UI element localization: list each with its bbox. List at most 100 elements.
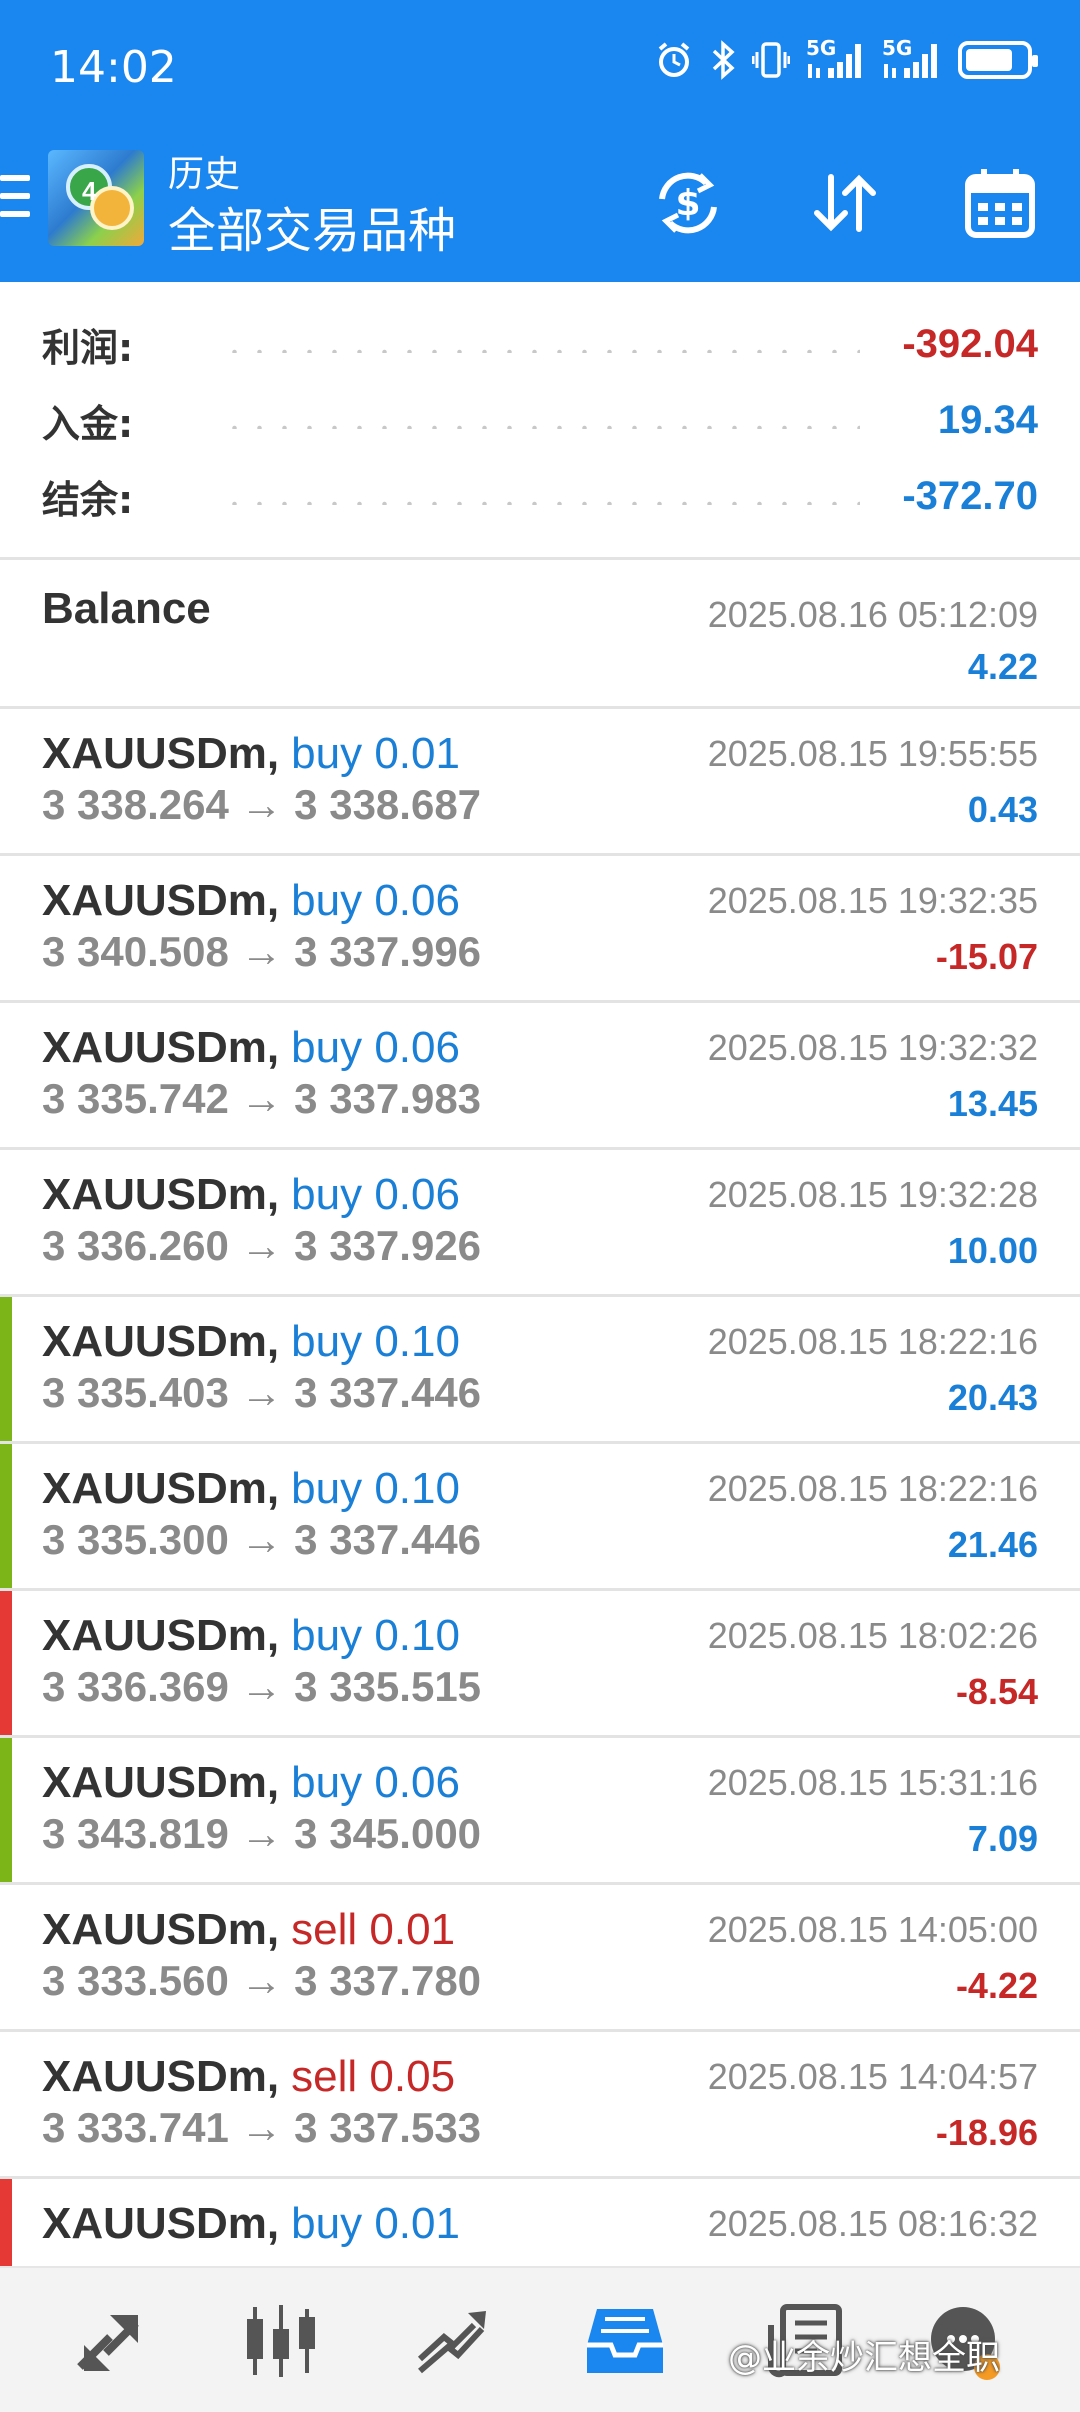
deal-side: buy 0.01 (291, 2199, 460, 2248)
quotes-icon[interactable] (65, 2296, 155, 2386)
summary-label: 入金: (42, 401, 134, 446)
deal-symbol: XAUUSDm, sell 0.05 (42, 2052, 455, 2102)
symbol-name: XAUUSDm, (42, 2199, 280, 2248)
deal-row[interactable]: XAUUSDm, buy 0.10 3 336.369 → 3 335.515 202… (0, 1591, 1080, 1738)
deal-symbol: XAUUSDm, buy 0.10 (42, 1317, 460, 1367)
status-icons: 5G 5G (654, 36, 1038, 80)
deal-symbol: XAUUSDm, buy 0.06 (42, 1758, 460, 1808)
symbol-name: XAUUSDm, (42, 729, 280, 778)
bottom-nav: @业余炒汇想全职 (0, 2266, 1080, 2412)
symbol-name: XAUUSDm, (42, 1905, 280, 1954)
deal-datetime: 2025.08.15 19:32:28 (707, 1174, 1038, 1215)
deal-profit: -18.96 (935, 2112, 1038, 2153)
deal-row[interactable]: XAUUSDm, sell 0.05 3 333.741 → 3 337.533 20… (0, 2032, 1080, 2179)
bluetooth-icon (710, 40, 736, 80)
summary-value: -392.04 (902, 321, 1038, 366)
deal-symbol: XAUUSDm, sell 0.01 (42, 1905, 455, 1955)
deal-row[interactable]: XAUUSDm, buy 0.10 3 335.300 → 3 337.446 202… (0, 1444, 1080, 1591)
battery-icon (958, 41, 1038, 79)
deal-profit: 0.43 (967, 789, 1038, 830)
deal-row[interactable]: XAUUSDm, buy 0.06 3 343.819 → 3 345.000 202… (0, 1738, 1080, 1885)
status-bar: 14:02 5G 5G (0, 0, 1080, 135)
deal-row[interactable]: XAUUSDm, buy 0.06 3 335.742 → 3 337.983 202… (0, 1003, 1080, 1150)
deal-datetime: 2025.08.15 19:55:55 (707, 733, 1038, 774)
status-time: 14:02 (50, 42, 177, 93)
symbol-name: XAUUSDm, (42, 1023, 280, 1072)
deal-side: buy 0.06 (291, 876, 460, 925)
deal-datetime: 2025.08.15 15:31:16 (707, 1762, 1038, 1803)
currency-icon[interactable]: $ (648, 163, 728, 243)
deal-datetime: 2025.08.15 14:05:00 (707, 1909, 1038, 1950)
sort-icon[interactable] (805, 163, 885, 243)
deal-prices: 3 343.819 → 3 345.000 (42, 1810, 482, 1857)
deal-datetime: 2025.08.15 08:16:32 (707, 2203, 1038, 2244)
dotted-leader (222, 425, 860, 429)
deal-row[interactable]: XAUUSDm, buy 0.01 2025.08.15 08:16:32 (0, 2179, 1080, 2266)
symbol-name: XAUUSDm, (42, 1611, 280, 1660)
deal-prices: 3 340.508 → 3 337.996 (42, 928, 482, 975)
summary-row-deposit: 入金: 19.34 (42, 390, 1038, 450)
deal-symbol: XAUUSDm, buy 0.01 (42, 2199, 460, 2249)
watermark: @业余炒汇想全职 (728, 2338, 1000, 2378)
network-label: 5G (882, 36, 913, 60)
symbol-name: XAUUSDm, (42, 1170, 280, 1219)
summary-label: 结余: (42, 477, 134, 522)
deal-side: buy 0.01 (291, 729, 460, 778)
history-summary: 利润: -392.04 入金: 19.34 结余: -372.70 (0, 282, 1080, 560)
history-icon[interactable] (580, 2296, 670, 2386)
deal-prices: 3 335.742 → 3 337.983 (42, 1075, 482, 1122)
deal-prices: 3 338.264 → 3 338.687 (42, 781, 482, 828)
deal-marker (0, 2179, 12, 2266)
deal-side: buy 0.06 (291, 1170, 460, 1219)
vibrate-icon (752, 40, 790, 80)
balance-row[interactable]: Balance 2025.08.16 05:12:09 4.22 (0, 562, 1080, 709)
deal-prices: 3 333.560 → 3 337.780 (42, 1957, 482, 2004)
deal-row[interactable]: XAUUSDm, sell 0.01 3 333.560 → 3 337.780 20… (0, 1885, 1080, 2032)
app-logo-icon: 4 (48, 150, 144, 246)
deal-side: buy 0.06 (291, 1758, 460, 1807)
summary-row-balance: 结余: -372.70 (42, 466, 1038, 526)
deal-symbol: XAUUSDm, buy 0.01 (42, 729, 460, 779)
deal-side: sell 0.01 (291, 1905, 456, 1954)
network-label: 5G (806, 36, 837, 60)
deal-marker (0, 1444, 12, 1588)
deal-row[interactable]: XAUUSDm, buy 0.01 3 338.264 → 3 338.687 202… (0, 709, 1080, 856)
deal-prices: 3 336.260 → 3 337.926 (42, 1222, 482, 1269)
menu-icon[interactable] (0, 175, 30, 217)
deal-marker (0, 1591, 12, 1735)
deal-marker (0, 1738, 12, 1882)
summary-label: 利润: (42, 325, 134, 370)
deal-row[interactable]: XAUUSDm, buy 0.10 3 335.403 → 3 337.446 202… (0, 1297, 1080, 1444)
calendar-icon[interactable] (960, 163, 1040, 243)
deal-row[interactable]: XAUUSDm, buy 0.06 3 336.260 → 3 337.926 202… (0, 1150, 1080, 1297)
symbol-name: XAUUSDm, (42, 1758, 280, 1807)
signal-5g-icon: 5G (882, 36, 942, 80)
deal-datetime: 2025.08.15 18:22:16 (707, 1321, 1038, 1362)
page-title: 历史 (168, 154, 241, 195)
deal-profit: 7.09 (967, 1818, 1038, 1859)
deal-profit: 21.46 (947, 1524, 1038, 1565)
history-list[interactable]: Balance 2025.08.16 05:12:09 4.22 XAUUSDm… (0, 562, 1080, 2266)
deal-side: sell 0.05 (291, 2052, 456, 2101)
deal-side: buy 0.10 (291, 1611, 460, 1660)
app-bar: 4 历史 全部交易品种 $ (0, 135, 1080, 282)
deal-symbol: XAUUSDm, buy 0.06 (42, 1170, 460, 1220)
deal-datetime: 2025.08.15 19:32:32 (707, 1027, 1038, 1068)
summary-value: -372.70 (902, 473, 1038, 518)
deal-symbol: XAUUSDm, buy 0.10 (42, 1464, 460, 1514)
chart-icon[interactable] (236, 2296, 326, 2386)
deal-row[interactable]: XAUUSDm, buy 0.06 3 340.508 → 3 337.996 202… (0, 856, 1080, 1003)
deal-datetime: 2025.08.15 18:02:26 (707, 1615, 1038, 1656)
alarm-icon (654, 40, 694, 80)
deal-marker (0, 1297, 12, 1441)
deal-side: buy 0.10 (291, 1317, 460, 1366)
deal-profit: 20.43 (947, 1377, 1038, 1418)
deal-side: buy 0.06 (291, 1023, 460, 1072)
deal-symbol: XAUUSDm, buy 0.10 (42, 1611, 460, 1661)
deal-prices: 3 335.403 → 3 337.446 (42, 1369, 482, 1416)
trade-icon[interactable] (407, 2296, 497, 2386)
deal-prices: 3 333.741 → 3 337.533 (42, 2104, 482, 2151)
deal-side: buy 0.10 (291, 1464, 460, 1513)
symbol-filter[interactable]: 全部交易品种 (168, 191, 456, 261)
deal-profit: 10.00 (947, 1230, 1038, 1271)
